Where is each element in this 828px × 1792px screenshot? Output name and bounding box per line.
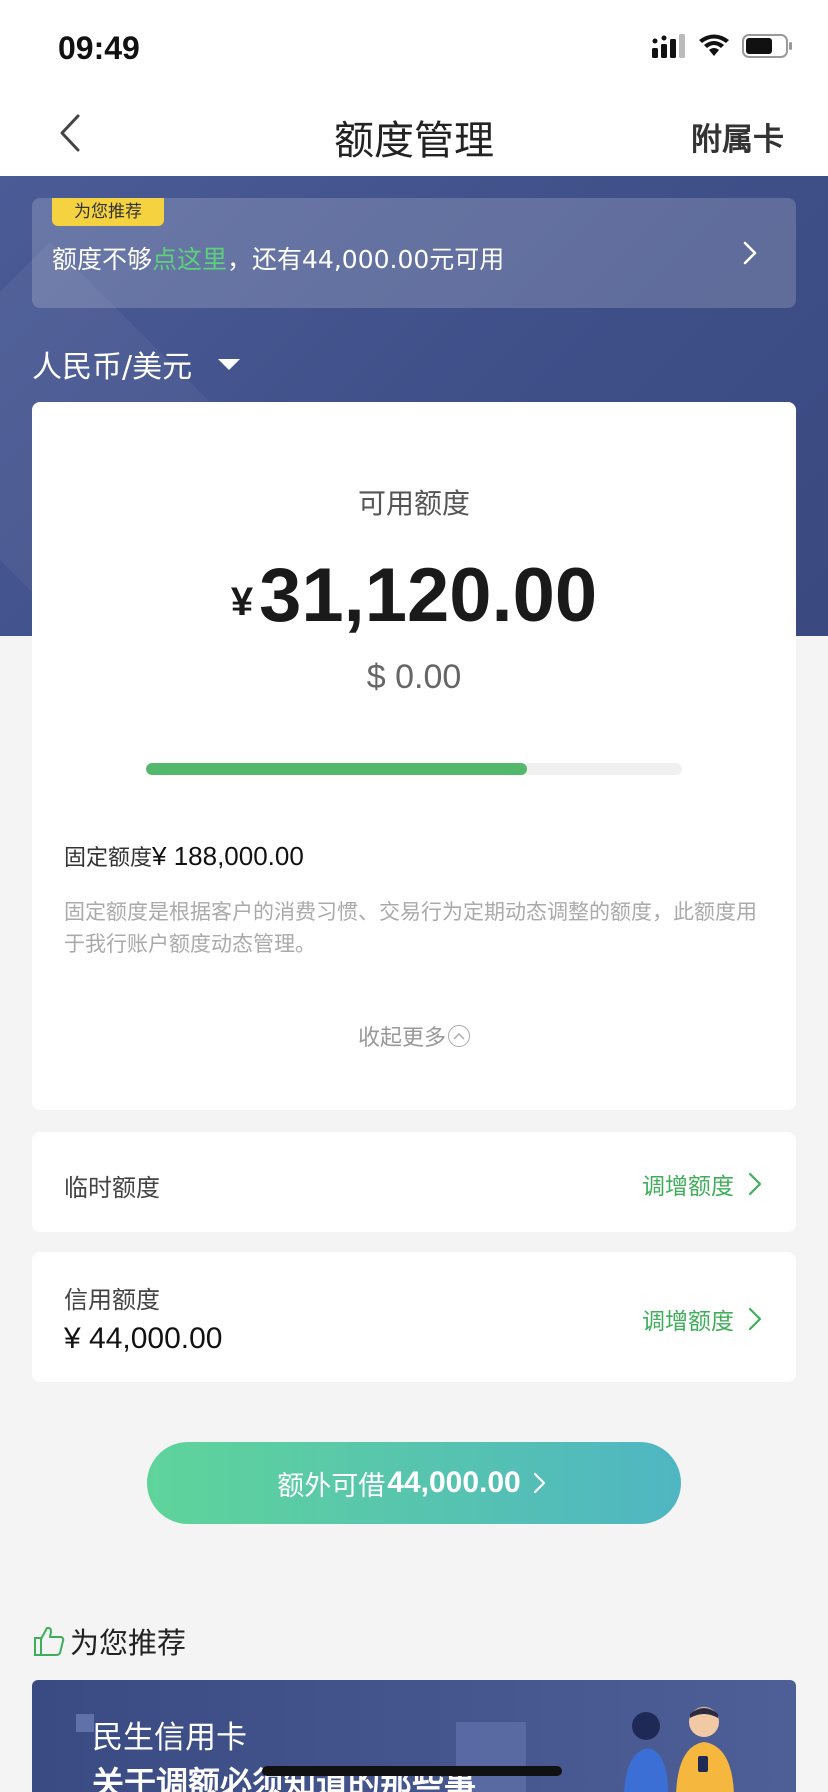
promo-text-prefix: 额度不够: [52, 245, 153, 274]
credit-limit-value: ¥ 44,000.00: [64, 1322, 223, 1355]
usd-amount: $ 0.00: [366, 658, 462, 696]
supplementary-card-button[interactable]: 附属卡: [691, 114, 784, 159]
limit-progress-fill: [146, 763, 527, 775]
temporary-limit-label: 临时额度: [64, 1174, 160, 1202]
people-illustration-icon: [624, 1707, 734, 1792]
home-indicator: [262, 1766, 562, 1776]
currency-dropdown[interactable]: 人民币/美元: [32, 342, 241, 386]
battery-icon: [742, 34, 792, 58]
available-limit-label: 可用额度: [357, 487, 470, 520]
credit-limit-increase-button[interactable]: 调增额度: [642, 1302, 762, 1336]
extra-borrow-label: 额外可借: [277, 1470, 386, 1502]
extra-borrow-amount: 44,000.00: [387, 1466, 521, 1499]
collapse-more-label: 收起更多: [357, 1026, 446, 1051]
thumbs-up-icon: [34, 1626, 65, 1656]
wifi-icon: [699, 34, 729, 56]
collapse-more-button[interactable]: 收起更多: [32, 1020, 796, 1052]
currency-label: 人民币/美元: [32, 350, 193, 385]
promo-banner[interactable]: 为您推荐 额度不够点这里，还有44,000.00元可用: [32, 198, 796, 308]
chevron-right-icon: [533, 1472, 545, 1494]
banner-brand: 民生信用卡: [92, 1720, 247, 1756]
limit-progress-bar: [146, 763, 682, 775]
promo-link[interactable]: 点这里: [152, 245, 227, 274]
increase-label: 调增额度: [642, 1174, 734, 1200]
fixed-limit-value: ¥ 188,000.00: [152, 841, 304, 871]
chevron-right-icon: [748, 1172, 762, 1196]
promo-text-suffix: ，还有44,000.00元可用: [227, 245, 505, 274]
available-amount-value: 31,120.00: [259, 553, 598, 638]
caret-down-icon: [218, 358, 241, 370]
increase-label: 调增额度: [642, 1309, 734, 1335]
extra-borrow-button[interactable]: 额外可借 44,000.00: [147, 1442, 681, 1524]
temporary-limit-increase-button[interactable]: 调增额度: [642, 1167, 762, 1201]
chevron-up-icon: [448, 1025, 470, 1047]
temporary-limit-row: 临时额度 调增额度: [32, 1132, 796, 1232]
fixed-limit: 固定额度¥ 188,000.00: [64, 840, 304, 872]
status-bar: 09:49: [0, 0, 828, 90]
recommend-header: 为您推荐: [32, 1620, 186, 1662]
chevron-right-icon: [748, 1307, 762, 1331]
recommend-title: 为您推荐: [70, 1626, 187, 1660]
fixed-limit-label: 固定额度: [64, 846, 153, 871]
promo-text: 额度不够点这里，还有44,000.00元可用: [52, 240, 504, 276]
status-icons: [652, 34, 794, 58]
credit-limit-label: 信用额度: [64, 1286, 160, 1314]
promo-tag: 为您推荐: [52, 198, 164, 226]
available-limit-amount: ¥31,120.00: [32, 552, 796, 639]
available-limit-card: 可用额度 ¥31,120.00 $ 0.00 固定额度¥ 188,000.00 …: [32, 402, 796, 1110]
credit-limit-row: 信用额度 ¥ 44,000.00 调增额度: [32, 1252, 796, 1382]
signal-icon: [652, 34, 685, 58]
currency-symbol: ¥: [230, 580, 254, 624]
chevron-right-icon: [743, 241, 757, 265]
nav-bar: 额度管理 附属卡: [0, 90, 828, 176]
status-time: 09:49: [58, 30, 140, 66]
fixed-limit-description: 固定额度是根据客户的消费习惯、交易行为定期动态调整的额度，此额度用于我行账户额度…: [64, 900, 757, 956]
